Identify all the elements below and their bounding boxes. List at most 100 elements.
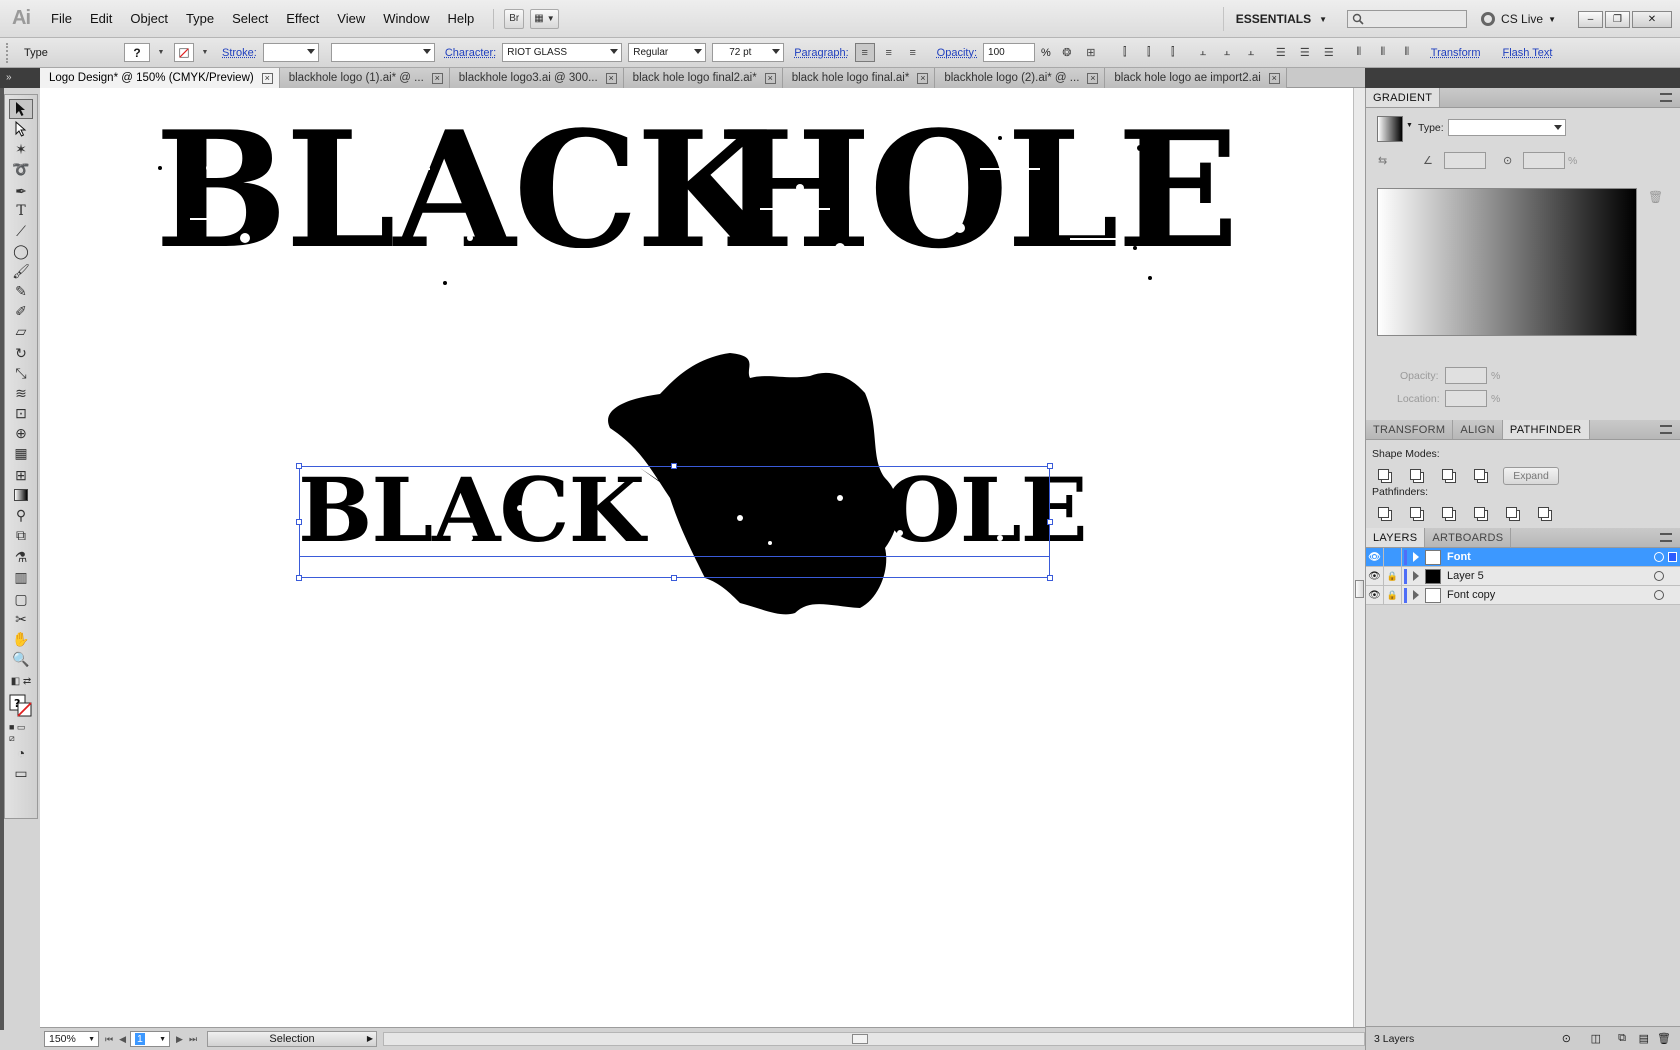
transform-link[interactable]: Transform: [1431, 47, 1481, 59]
distribute-bottom-icon[interactable]: ☰: [1319, 43, 1339, 62]
expand-triangle-icon[interactable]: [1413, 552, 1419, 562]
gradient-swatch[interactable]: [1377, 116, 1403, 142]
lasso-tool-icon[interactable]: ➰: [9, 159, 33, 179]
layer-name[interactable]: Font copy: [1447, 589, 1495, 601]
merge-icon[interactable]: [1438, 504, 1456, 520]
artboard-canvas[interactable]: BLACK HOLE BLACK HOLE: [40, 88, 1353, 1027]
menu-type[interactable]: Type: [177, 11, 223, 26]
scale-tool-icon[interactable]: ⤡: [9, 363, 33, 383]
intersect-icon[interactable]: [1438, 466, 1456, 482]
make-clipping-mask-icon[interactable]: ◫: [1591, 1032, 1601, 1045]
next-artboard-icon[interactable]: ▶: [176, 1034, 183, 1045]
lock-toggle[interactable]: [1384, 547, 1402, 567]
pencil-tool-icon[interactable]: ✎: [9, 281, 33, 301]
default-colors-icon[interactable]: ◧ ⇄: [9, 671, 33, 691]
transform-grid-icon[interactable]: ⊞: [1081, 43, 1101, 62]
reverse-gradient-icon[interactable]: ⇆: [1378, 154, 1387, 167]
last-artboard-icon[interactable]: ⏭: [189, 1034, 197, 1045]
chevron-down-icon[interactable]: ▼: [156, 43, 166, 62]
chevron-down-icon[interactable]: ▼: [1406, 122, 1413, 129]
close-icon[interactable]: ×: [431, 72, 443, 84]
menu-edit[interactable]: Edit: [81, 11, 121, 26]
menu-object[interactable]: Object: [121, 11, 177, 26]
unite-icon[interactable]: [1374, 466, 1392, 482]
close-icon[interactable]: ×: [261, 72, 273, 84]
ellipse-tool-icon[interactable]: ◯: [9, 241, 33, 261]
character-label[interactable]: Character:: [445, 47, 496, 59]
minus-front-icon[interactable]: [1406, 466, 1424, 482]
outline-icon[interactable]: [1502, 504, 1520, 520]
eye-icon[interactable]: 👁: [1366, 566, 1384, 586]
tab-strip-collapse[interactable]: »: [0, 68, 40, 88]
expand-button[interactable]: Expand: [1503, 467, 1559, 485]
menu-view[interactable]: View: [328, 11, 374, 26]
direct-selection-tool-icon[interactable]: [9, 119, 33, 139]
locate-object-icon[interactable]: ⊙: [1562, 1032, 1571, 1045]
fill-stroke-swatches[interactable]: ?: [9, 693, 33, 719]
tab-pathfinder[interactable]: PATHFINDER: [1502, 420, 1590, 439]
minus-back-icon[interactable]: [1534, 504, 1552, 520]
distribute-left-icon[interactable]: ⦀: [1349, 43, 1369, 62]
eye-icon[interactable]: 👁: [1366, 585, 1384, 605]
restore-button[interactable]: ❐: [1605, 10, 1630, 28]
minimize-button[interactable]: –: [1578, 10, 1603, 28]
align-vertical-center-icon[interactable]: ⫠: [1217, 43, 1237, 62]
font-family-select[interactable]: RIOT GLASS: [502, 43, 623, 62]
close-icon[interactable]: ×: [917, 72, 929, 84]
perspective-grid-tool-icon[interactable]: ▦: [9, 443, 33, 463]
type-tool-icon[interactable]: T: [9, 201, 33, 221]
artboard-tool-icon[interactable]: ▢: [9, 589, 33, 609]
line-tool-icon[interactable]: ⟋: [9, 221, 33, 241]
doc-tab[interactable]: Logo Design* @ 150% (CMYK/Preview) ×: [40, 68, 280, 88]
search-input[interactable]: [1347, 10, 1468, 28]
close-button[interactable]: ✕: [1632, 10, 1672, 28]
vertical-scrollbar[interactable]: [1353, 88, 1365, 1027]
align-bottom-edges-icon[interactable]: ⫠: [1241, 43, 1261, 62]
previous-artboard-icon[interactable]: ◀: [119, 1034, 126, 1045]
align-right-icon[interactable]: ≡: [903, 43, 923, 62]
bridge-button[interactable]: Br: [504, 8, 525, 29]
tab-align[interactable]: ALIGN: [1453, 420, 1503, 439]
resize-handle[interactable]: [1047, 519, 1053, 525]
target-icon[interactable]: [1654, 571, 1664, 581]
stroke-label[interactable]: Stroke:: [222, 47, 257, 59]
blend-tool-icon[interactable]: ⧉: [9, 525, 33, 545]
arrange-documents-button[interactable]: ▦ ▼: [530, 8, 559, 29]
gradient-preview[interactable]: [1377, 188, 1637, 336]
gradient-aspect-field[interactable]: [1523, 152, 1565, 169]
panel-menu-icon[interactable]: [1660, 425, 1672, 434]
trash-icon[interactable]: 🗑: [1657, 1032, 1671, 1045]
doc-tab[interactable]: black hole logo final.ai* ×: [782, 68, 936, 88]
selection-indicator[interactable]: [1668, 552, 1677, 562]
mesh-tool-icon[interactable]: ⊞: [9, 465, 33, 485]
align-horizontal-center-icon[interactable]: ⫿: [1139, 43, 1159, 62]
control-bar-grip[interactable]: [6, 42, 12, 63]
tab-transform[interactable]: TRANSFORM: [1366, 420, 1454, 439]
opacity-label[interactable]: Opacity:: [937, 47, 977, 59]
recolor-artwork-icon[interactable]: ❂: [1057, 43, 1077, 62]
gradient-tool-icon[interactable]: [9, 485, 33, 505]
layer-name[interactable]: Layer 5: [1447, 570, 1484, 582]
stroke-weight-field[interactable]: [262, 43, 319, 62]
menu-effect[interactable]: Effect: [277, 11, 328, 26]
stroke-swatch[interactable]: [174, 43, 194, 62]
target-icon[interactable]: [1654, 552, 1664, 562]
trim-icon[interactable]: [1406, 504, 1424, 520]
warp-tool-icon[interactable]: ≋: [9, 383, 33, 403]
resize-handle[interactable]: [671, 463, 677, 469]
eye-icon[interactable]: 👁: [1366, 547, 1384, 567]
divide-icon[interactable]: [1374, 504, 1392, 520]
rotate-tool-icon[interactable]: ↻: [9, 343, 33, 363]
resize-handle[interactable]: [1047, 575, 1053, 581]
target-icon[interactable]: [1654, 590, 1664, 600]
distribute-hcenter-icon[interactable]: ⦀: [1373, 43, 1393, 62]
free-transform-tool-icon[interactable]: ⊡: [9, 403, 33, 423]
gradient-type-select[interactable]: [1448, 119, 1566, 136]
tab-gradient[interactable]: GRADIENT: [1366, 88, 1441, 107]
doc-tab[interactable]: blackhole logo3.ai @ 300... ×: [449, 68, 624, 88]
panel-menu-icon[interactable]: [1660, 533, 1672, 542]
eyedropper-tool-icon[interactable]: ⚲: [9, 505, 33, 525]
gradient-opacity-field[interactable]: [1445, 367, 1487, 384]
resize-handle[interactable]: [1047, 463, 1053, 469]
align-left-edges-icon[interactable]: ⫿: [1115, 43, 1135, 62]
